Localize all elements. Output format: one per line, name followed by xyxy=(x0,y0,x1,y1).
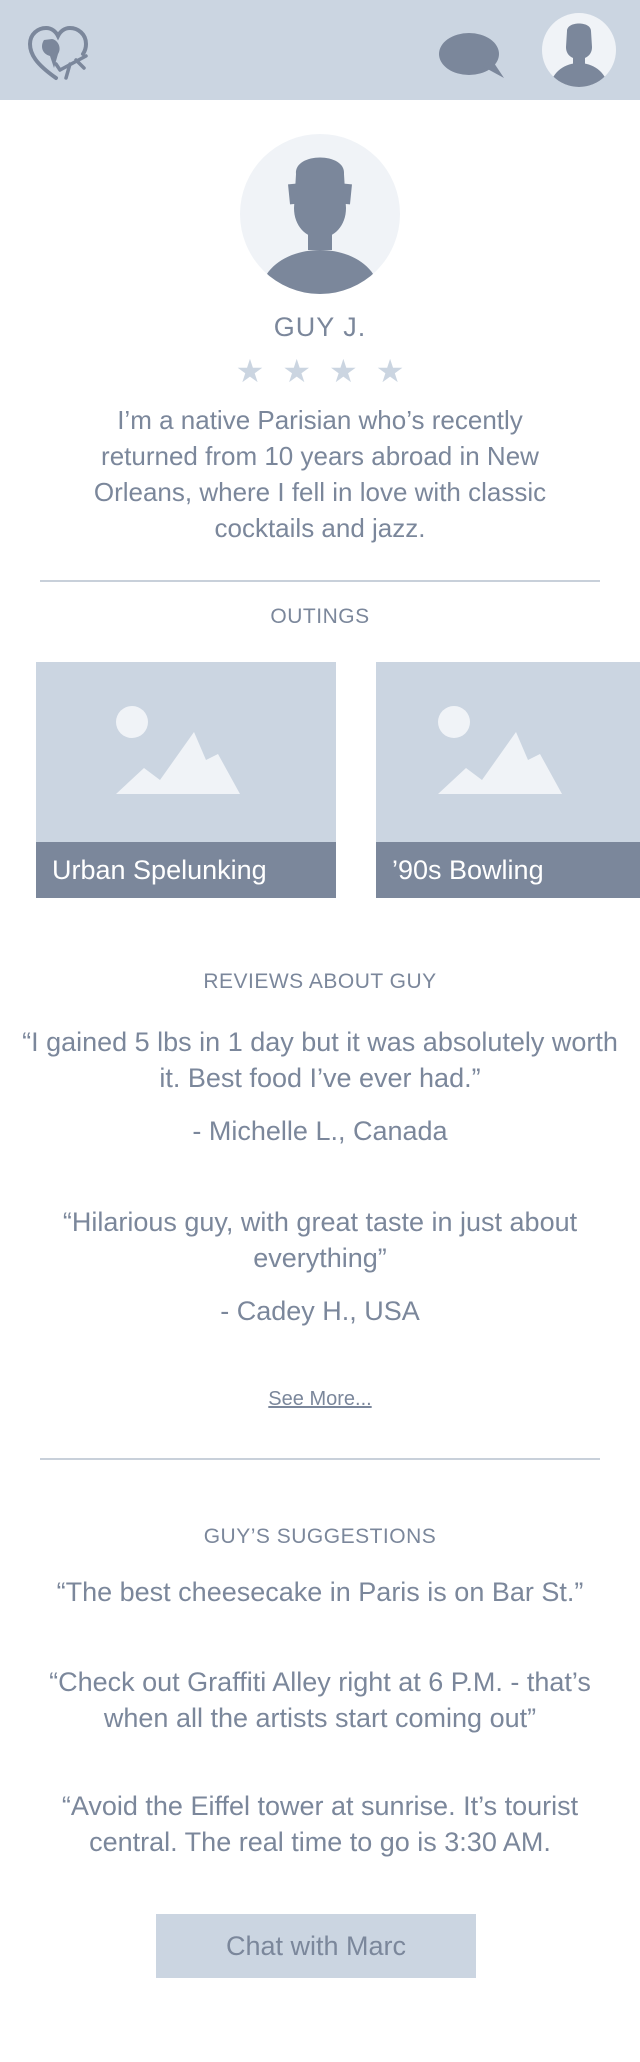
suggestions-title: GUY’S SUGGESTIONS xyxy=(203,1525,437,1548)
user-avatar-icon xyxy=(550,23,608,87)
image-placeholder-icon xyxy=(438,706,562,794)
image-placeholder-icon xyxy=(116,706,240,794)
suggestion-item: “Avoid the Eiffel tower at sunrise. It’s… xyxy=(61,1791,579,1857)
rating-stars: ★★★★ xyxy=(235,353,423,389)
reviews-title: REVIEWS ABOUT GUY xyxy=(203,970,437,993)
outing-card[interactable]: ’90s Bowling xyxy=(376,662,640,898)
suggestion-item: “The best cheesecake in Paris is on Bar … xyxy=(56,1577,584,1607)
section-divider xyxy=(40,580,600,582)
section-divider xyxy=(40,1458,600,1460)
outing-card[interactable]: Urban Spelunking xyxy=(36,662,336,898)
review-author: - Cadey H., USA xyxy=(220,1296,420,1326)
outing-card-label: Urban Spelunking xyxy=(36,842,336,898)
outings-title: OUTINGS xyxy=(270,605,370,628)
speech-bubble-icon[interactable] xyxy=(438,32,506,80)
chat-button[interactable]: Chat with Marc xyxy=(156,1914,476,1978)
profile-avatar xyxy=(240,134,400,294)
user-silhouette-icon xyxy=(260,157,380,294)
profile-name: GUY J. xyxy=(273,312,367,342)
review-author: - Michelle L., Canada xyxy=(192,1116,448,1146)
see-more-link[interactable]: See More... xyxy=(0,1388,640,1411)
review-quote: “I gained 5 lbs in 1 day but it was abso… xyxy=(22,1027,618,1093)
heart-plane-logo[interactable] xyxy=(26,24,90,84)
profile-bio: I’m a native Parisian who’s recently ret… xyxy=(93,405,547,543)
user-avatar-button[interactable] xyxy=(542,13,616,87)
review-quote: “Hilarious guy, with great taste in just… xyxy=(62,1207,578,1273)
top-header xyxy=(0,0,640,100)
suggestion-item: “Check out Graffiti Alley right at 6 P.M… xyxy=(49,1667,591,1733)
outing-card-label: ’90s Bowling xyxy=(376,842,640,898)
